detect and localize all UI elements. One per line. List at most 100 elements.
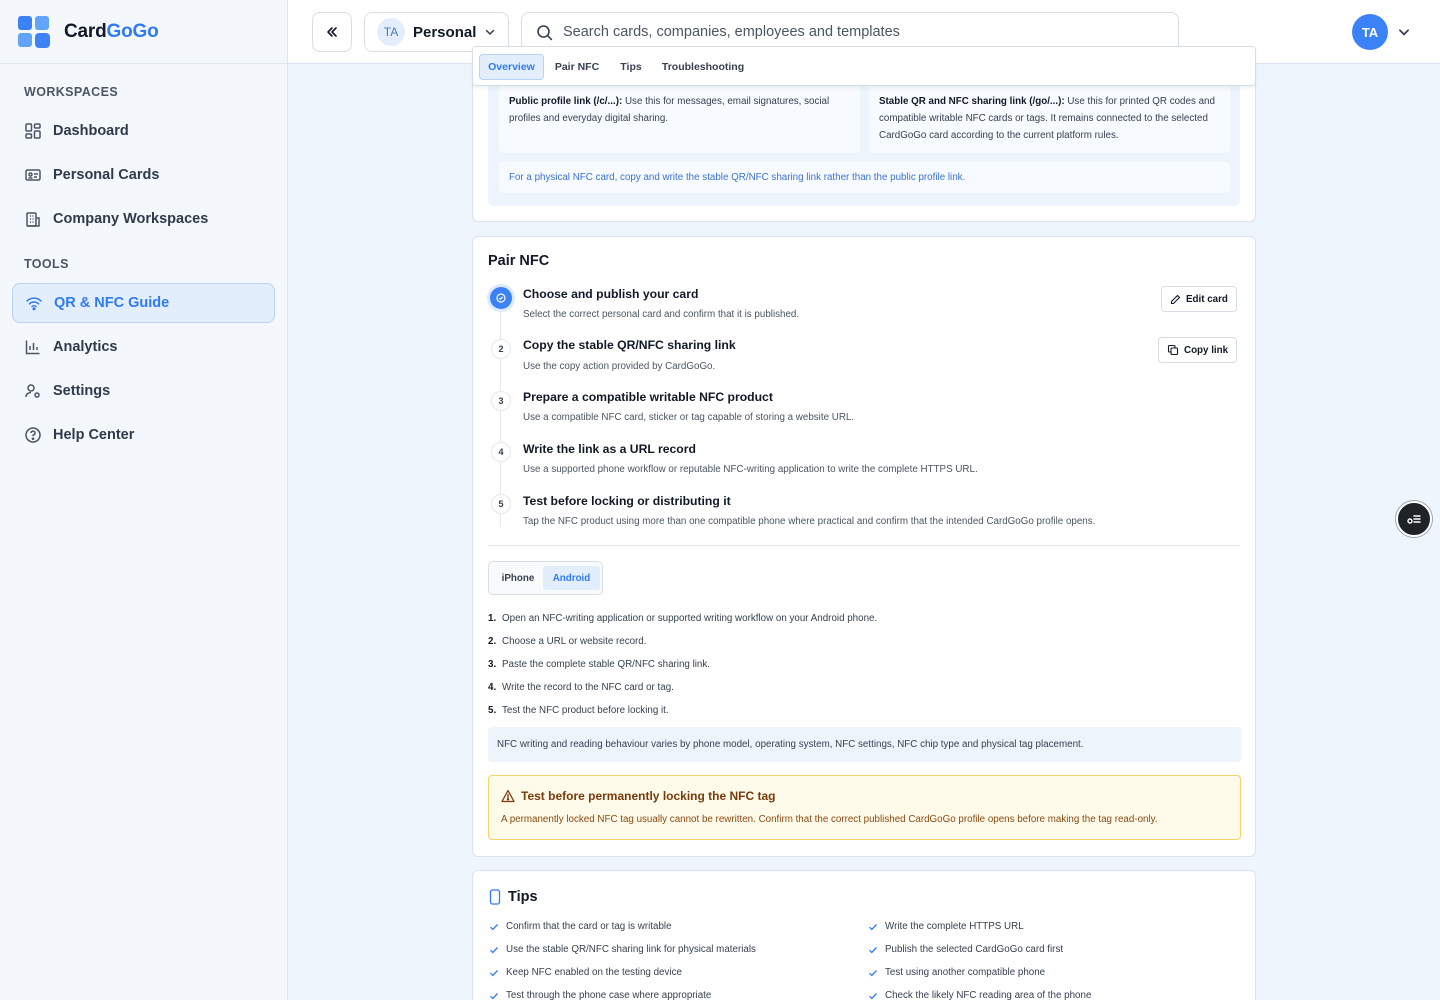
tab-tips[interactable]: Tips (613, 54, 649, 80)
floating-action-button[interactable] (1396, 501, 1432, 537)
check-icon (490, 923, 498, 930)
tip-item: Write the complete HTTPS URL (868, 921, 1024, 932)
step-number: 3 (491, 391, 511, 411)
workspaces-section-label: WORKSPACES (24, 85, 119, 99)
platform-iphone-button[interactable]: iPhone (493, 566, 543, 590)
tip-item: Check the likely NFC reading area of the… (868, 990, 1091, 1000)
sidebar-item-label: Company Workspaces (53, 211, 209, 227)
warning-title: Test before permanently locking the NFC … (521, 789, 776, 803)
sidebar: CardGoGo WORKSPACES Dashboard Personal C… (0, 0, 288, 1000)
user-avatar[interactable]: TA (1352, 14, 1388, 50)
tip-item: Test using another compatible phone (868, 967, 1045, 978)
brand[interactable]: CardGoGo (0, 0, 287, 64)
sidebar-item-settings[interactable]: Settings (12, 371, 275, 411)
step-description: Use a compatible NFC card, sticker or ta… (523, 412, 855, 423)
step-number: 2 (491, 339, 511, 359)
sidebar-item-label: Dashboard (53, 123, 129, 139)
sidebar-item-help-center[interactable]: Help Center (12, 415, 275, 455)
section-title: Pair NFC (488, 253, 550, 269)
list-item: 5. Test the NFC product before locking it… (488, 705, 669, 716)
check-icon (490, 992, 498, 999)
step-title: Copy the stable QR/NFC sharing link (523, 338, 736, 352)
chevron-down-icon[interactable] (1397, 25, 1411, 39)
public-profile-link-info: Public profile link (/c/...): Use this f… (499, 85, 860, 153)
physical-nfc-note: For a physical NFC card, copy and write … (499, 162, 1230, 193)
check-icon (490, 946, 498, 953)
check-icon (869, 992, 877, 999)
tab-pair-nfc[interactable]: Pair NFC (551, 54, 603, 80)
sidebar-item-qr-nfc-guide[interactable]: QR & NFC Guide (12, 283, 275, 323)
warning-triangle-icon (501, 789, 515, 803)
platform-toggle: iPhone Android (488, 561, 603, 595)
list-item: 4. Write the record to the NFC card or ta… (488, 682, 674, 693)
tips-section: Tips Confirm that the card or tag is wri… (472, 870, 1256, 1000)
check-icon (490, 969, 498, 976)
step-description: Tap the NFC product using more than one … (523, 516, 1096, 527)
workspace-name: Personal (413, 23, 477, 41)
list-item: 1. Open an NFC-writing application or sup… (488, 613, 878, 624)
tab-troubleshooting[interactable]: Troubleshooting (659, 54, 747, 80)
step-title: Choose and publish your card (523, 287, 699, 301)
android-steps-list: 1. Open an NFC-writing application or sup… (488, 607, 877, 722)
check-icon (869, 969, 877, 976)
sidebar-item-label: Personal Cards (53, 167, 160, 183)
check-circle-icon (496, 293, 506, 303)
guide-tabs: Overview Pair NFC Tips Troubleshooting (472, 46, 1256, 86)
step-title: Prepare a compatible writable NFC produc… (523, 390, 773, 404)
copy-link-button[interactable]: Copy link (1158, 337, 1238, 363)
step-title: Write the link as a URL record (523, 442, 696, 456)
help-circle-icon (25, 427, 41, 443)
search-icon (537, 24, 553, 40)
list-item: 2. Choose a URL or website record. (488, 636, 647, 647)
sidebar-item-label: Help Center (53, 427, 135, 443)
building-icon (26, 212, 40, 227)
collapse-sidebar-button[interactable] (312, 12, 352, 52)
sidebar-item-company-workspaces[interactable]: Company Workspaces (12, 199, 275, 239)
user-settings-icon (25, 384, 40, 398)
workspace-avatar: TA (377, 18, 405, 46)
sidebar-item-personal-cards[interactable]: Personal Cards (12, 155, 275, 195)
step-description: Use the copy action provided by CardGoGo… (523, 361, 716, 372)
search-input[interactable] (563, 24, 1143, 40)
brand-name: CardGoGo (64, 20, 159, 42)
tip-item: Publish the selected CardGoGo card first (868, 944, 1063, 955)
cardgogo-logo-icon (18, 15, 50, 48)
sidebar-item-analytics[interactable]: Analytics (12, 327, 275, 367)
divider (488, 545, 1240, 546)
section-title: Tips (508, 889, 538, 905)
copy-icon (1167, 344, 1179, 356)
sidebar-item-label: Analytics (53, 339, 118, 355)
tools-section-label: TOOLS (24, 257, 69, 271)
wifi-icon (26, 297, 42, 311)
tip-item: Confirm that the card or tag is writable (489, 921, 672, 932)
step-title: Test before locking or distributing it (523, 494, 731, 508)
tip-item: Use the stable QR/NFC sharing link for p… (489, 944, 756, 955)
warning-text: A permanently locked NFC tag usually can… (501, 814, 1158, 825)
pair-nfc-section: Pair NFC Choose and publish your card Se… (472, 236, 1256, 857)
list-toggle-icon (1407, 515, 1421, 524)
tab-overview[interactable]: Overview (479, 54, 544, 80)
step-number: 5 (491, 494, 511, 514)
step-complete-icon (490, 287, 512, 309)
grid-icon (25, 123, 41, 139)
sidebar-item-label: Settings (53, 383, 111, 399)
step-description: Use a supported phone workflow or reputa… (523, 464, 978, 475)
sidebar-item-label: QR & NFC Guide (54, 295, 170, 311)
platform-android-button[interactable]: Android (543, 566, 600, 590)
phone-icon (489, 889, 501, 905)
bar-chart-icon (25, 340, 40, 355)
nfc-behaviour-info: NFC writing and reading behaviour varies… (488, 727, 1241, 762)
chevrons-left-icon (327, 27, 337, 37)
tip-item: Keep NFC enabled on the testing device (489, 967, 682, 978)
chevron-down-icon (486, 29, 495, 36)
edit-card-button[interactable]: Edit card (1161, 286, 1237, 312)
tip-item: Test through the phone case where approp… (489, 990, 711, 1000)
stable-sharing-link-info: Stable QR and NFC sharing link (/go/...)… (869, 85, 1230, 153)
step-number: 4 (491, 442, 511, 462)
id-card-icon (25, 169, 41, 181)
sidebar-item-dashboard[interactable]: Dashboard (12, 111, 275, 151)
pencil-icon (1170, 294, 1181, 304)
check-icon (869, 923, 877, 930)
list-item: 3. Paste the complete stable QR/NFC shari… (488, 659, 711, 670)
lock-warning: Test before permanently locking the NFC … (488, 775, 1241, 840)
